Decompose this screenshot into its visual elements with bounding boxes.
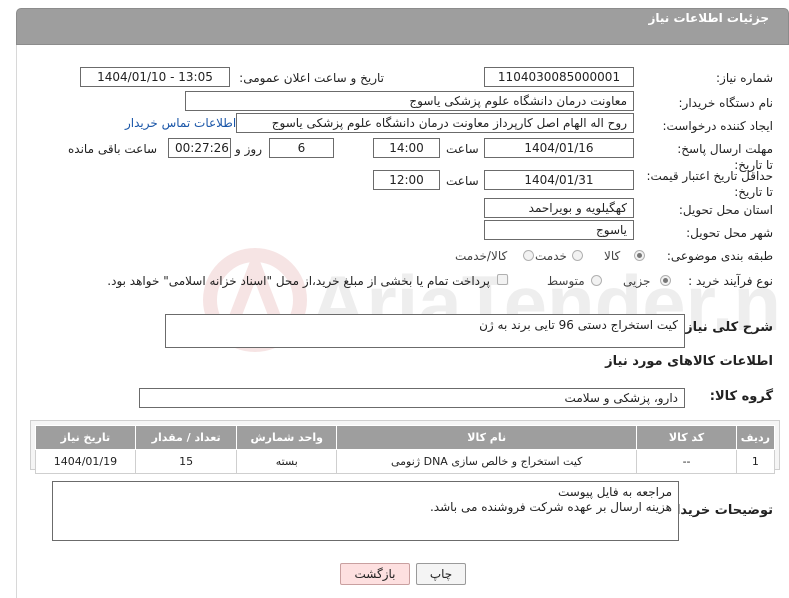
cell-unit: بسته (236, 449, 338, 474)
goods-section-title: اطلاعات کالاهای مورد نیاز (605, 354, 773, 369)
days-remaining-field: 6 (269, 138, 334, 158)
reply-deadline-time-label: ساعت (446, 142, 479, 156)
goods-table: ردیف کد کالا نام کالا واحد شمارش تعداد /… (35, 425, 776, 474)
page-title: جزئیات اطلاعات نیاز (648, 11, 769, 25)
requester-label: ایجاد کننده درخواست: (662, 119, 773, 133)
table-row: 1 -- کیت استخراج و خالص سازی DNA ژنومی ب… (35, 449, 776, 474)
category-option-goods-service: کالا/خدمت (455, 249, 508, 263)
price-validity-label: حداقل تاریخ اعتبار قیمت: تا تاریخ: (646, 169, 773, 199)
need-number-field: 1104030085000001 (484, 67, 634, 87)
buyer-org-label: نام دستگاه خریدار: (678, 96, 774, 110)
goods-group-label: گروه کالا: (709, 389, 773, 404)
announce-datetime-label: تاریخ و ساعت اعلان عمومی: (239, 71, 384, 85)
cell-item-name: کیت استخراج و خالص سازی DNA ژنومی (336, 449, 638, 474)
goods-table-wrap: ردیف کد کالا نام کالا واحد شمارش تعداد /… (30, 420, 780, 474)
price-validity-date: 1404/01/31 (484, 170, 634, 190)
price-validity-time: 12:00 (373, 170, 440, 190)
summary-field: کیت استخراج دستی 96 تایی برند به ژن (165, 314, 685, 348)
category-radio-goods-service[interactable] (523, 250, 534, 261)
category-option-goods: کالا (604, 249, 621, 263)
time-remaining-label: ساعت باقی مانده (68, 142, 158, 156)
buyer-notes-label: توضیحات خریدار: (663, 503, 773, 518)
need-number-label: شماره نیاز: (716, 71, 773, 85)
process-option-minor: جزیی (623, 274, 651, 288)
buyer-notes-line: مراجعه به فایل پیوست (557, 485, 672, 499)
goods-group-field: دارو، پزشکی و سلامت (139, 388, 685, 408)
col-item-name: نام کالا (336, 425, 638, 450)
buyer-notes-line: هزینه ارسال بر عهده شرکت فروشنده می باشد… (429, 500, 672, 514)
process-radio-medium[interactable] (591, 275, 602, 286)
price-validity-time-label: ساعت (446, 174, 479, 188)
col-unit: واحد شمارش (236, 425, 338, 450)
time-remaining-field: 00:27:26 (168, 138, 231, 158)
delivery-province-label: استان محل تحویل: (678, 203, 773, 217)
days-label: روز و (235, 142, 262, 156)
category-radio-service[interactable] (572, 250, 583, 261)
buyer-contact-link[interactable]: اطلاعات تماس خریدار (125, 116, 236, 130)
delivery-province-field: کهگیلویه و بویراحمد (484, 198, 634, 218)
goods-table-header: ردیف کد کالا نام کالا واحد شمارش تعداد /… (35, 425, 776, 450)
cell-row-number: 1 (735, 449, 776, 474)
col-quantity: تعداد / مقدار (134, 425, 238, 450)
category-radio-goods[interactable] (634, 250, 645, 261)
announce-datetime-field: 1404/01/10 - 13:05 (80, 67, 230, 87)
col-row-number: ردیف (735, 425, 776, 450)
process-radio-minor[interactable] (660, 275, 671, 286)
cell-quantity: 15 (134, 449, 238, 474)
category-option-service: خدمت (535, 249, 567, 263)
purchase-process-label: نوع فرآیند خرید : (688, 274, 773, 288)
summary-label: شرح کلی نیاز: (679, 320, 773, 335)
summary-text: کیت استخراج دستی 96 تایی برند به ژن (479, 318, 678, 332)
treasury-payment-checkbox[interactable] (497, 274, 508, 285)
buyer-org-field: معاونت درمان دانشگاه علوم پزشکی یاسوج (185, 91, 634, 111)
print-button[interactable]: چاپ (416, 563, 466, 585)
col-need-date: تاریخ نیاز (35, 425, 136, 450)
reply-deadline-date: 1404/01/16 (484, 138, 634, 158)
buyer-notes-field: مراجعه به فایل پیوست هزینه ارسال بر عهده… (52, 481, 679, 541)
cell-item-code: -- (636, 449, 737, 474)
requester-field: روح اله الهام اصل کارپرداز معاونت درمان … (236, 113, 634, 133)
category-label: طبقه بندی موضوعی: (666, 249, 773, 263)
process-option-medium: متوسط (547, 274, 585, 288)
treasury-payment-note: پرداخت تمام یا بخشی از مبلغ خرید،از محل … (107, 274, 490, 288)
col-item-code: کد کالا (636, 425, 737, 450)
delivery-city-label: شهر محل تحویل: (686, 226, 773, 240)
back-button[interactable]: بازگشت (340, 563, 410, 585)
cell-need-date: 1404/01/19 (35, 449, 136, 474)
delivery-city-field: یاسوج (484, 220, 634, 240)
reply-deadline-time: 14:00 (373, 138, 440, 158)
